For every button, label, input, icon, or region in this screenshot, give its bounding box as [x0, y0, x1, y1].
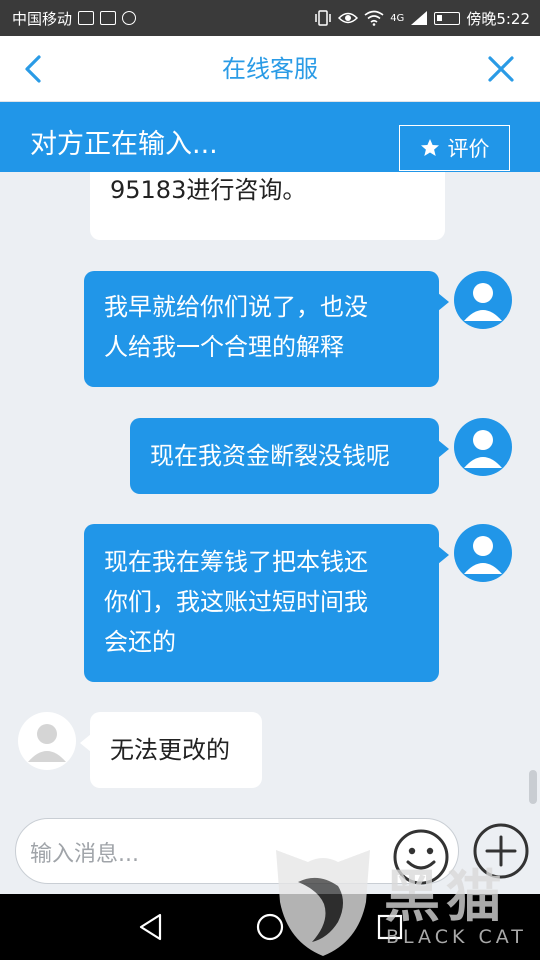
eye-icon [338, 12, 359, 24]
network-type: 4G [390, 12, 405, 24]
person-icon [464, 536, 502, 574]
nav-home-button[interactable] [253, 910, 287, 944]
more-button[interactable] [472, 822, 530, 880]
back-button[interactable] [12, 48, 54, 90]
battery-icon [434, 11, 461, 25]
status-bar-right: 4G 傍晚5:22 [314, 8, 530, 29]
navigation-bar [0, 894, 540, 960]
message-line: 人给我一个合理的解释 [104, 333, 344, 361]
chevron-left-icon [25, 55, 41, 83]
triangle-back-icon [139, 913, 162, 941]
typing-indicator: 对方正在输入... [30, 129, 218, 160]
carrier-label: 中国移动 [12, 9, 73, 28]
square-recents-icon [377, 914, 403, 940]
nav-back-button[interactable] [134, 910, 168, 944]
signal-icon [411, 11, 428, 25]
nav-recents-button[interactable] [373, 910, 407, 944]
rate-label: 评价 [447, 137, 490, 161]
agent-message: 95183进行咨询。 [90, 172, 445, 240]
activity-icon [78, 11, 95, 25]
message-line: 95183进行咨询。 [110, 176, 307, 204]
person-icon [28, 724, 66, 762]
user-avatar[interactable] [454, 271, 512, 329]
close-icon [488, 56, 514, 82]
input-bar [0, 806, 540, 894]
rate-button[interactable]: 评价 [399, 125, 510, 171]
message-line: 我早就给你们说了，也没 [104, 293, 368, 321]
message-line: 现在我资金断裂没钱呢 [150, 442, 390, 470]
emoji-button[interactable] [392, 828, 450, 886]
user-message: 现在我在筹钱了把本钱还 你们，我这账过短时间我 会还的 [84, 524, 449, 682]
status-bar-left: 中国移动 [12, 8, 137, 29]
user-avatar[interactable] [454, 524, 512, 582]
plus-circle-icon [473, 823, 529, 879]
message-line: 会还的 [104, 628, 176, 656]
user-message: 现在我资金断裂没钱呢 [130, 418, 449, 494]
notification-icon [122, 11, 137, 25]
message-line: 你们，我这账过短时间我 [104, 588, 368, 616]
agent-message: 无法更改的 [80, 712, 262, 788]
status-bar: 中国移动 4G 傍晚5:22 [0, 0, 540, 36]
agent-avatar[interactable] [18, 712, 76, 770]
page-title: 在线客服 [222, 55, 318, 83]
circle-home-icon [256, 913, 284, 941]
clock: 傍晚5:22 [466, 9, 530, 28]
shield-icon [100, 11, 117, 25]
title-bar: 在线客服 [0, 36, 540, 102]
smiley-icon [393, 829, 449, 885]
vibrate-icon [315, 10, 331, 26]
star-icon [420, 139, 439, 156]
message-line: 无法更改的 [110, 736, 230, 764]
chat-area[interactable]: 95183进行咨询。 我早就给你们说了，也没 人给我一个合理的解释 现在我资金断… [0, 172, 540, 806]
wifi-icon [364, 10, 384, 26]
scrollbar-thumb[interactable] [529, 770, 537, 804]
user-avatar[interactable] [454, 418, 512, 476]
typing-banner: 对方正在输入... 评价 [0, 102, 540, 172]
user-message: 我早就给你们说了，也没 人给我一个合理的解释 [84, 271, 449, 387]
person-icon [464, 430, 502, 468]
close-button[interactable] [480, 48, 522, 90]
person-icon [464, 283, 502, 321]
message-line: 现在我在筹钱了把本钱还 [104, 548, 368, 576]
